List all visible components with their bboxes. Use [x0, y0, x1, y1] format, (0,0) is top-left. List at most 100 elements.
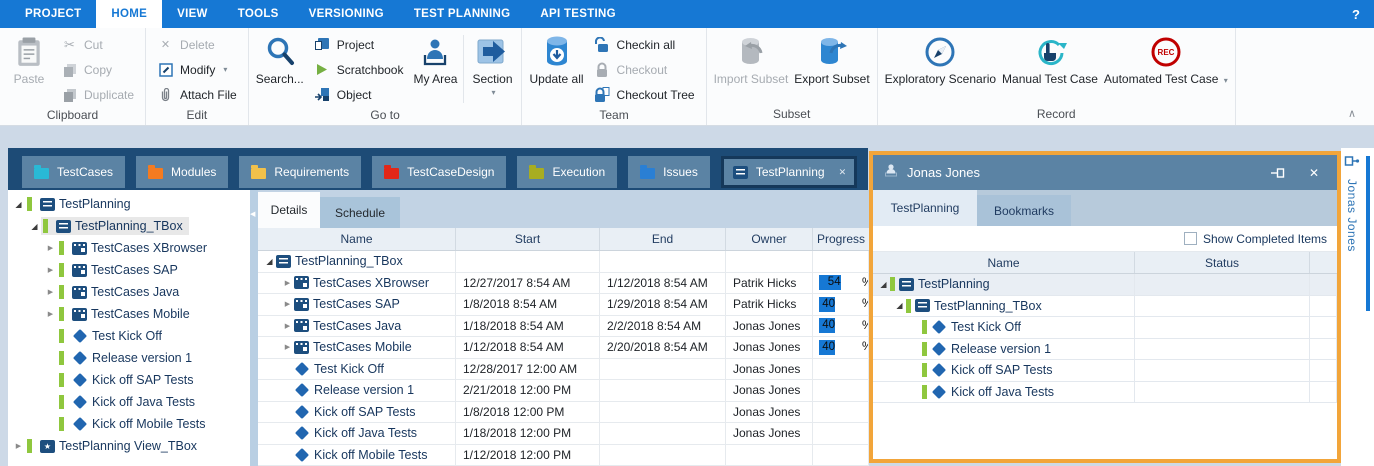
tree-item-testcases-xbrowser[interactable]: ▶TestCases XBrowser [8, 237, 250, 259]
workspace-tab-label: Modules [171, 165, 216, 179]
automated-test-case-button[interactable]: REC Automated Test Case ▾ [1101, 31, 1231, 87]
workspace-tab-issues[interactable]: Issues [628, 156, 710, 188]
expander-closed-icon[interactable]: ▶ [44, 310, 57, 318]
expander-closed-icon[interactable]: ▶ [44, 288, 57, 296]
expander-closed-icon[interactable]: ▶ [281, 322, 294, 330]
tree-item-kick-off-java-tests[interactable]: Kick off Java Tests [8, 391, 250, 413]
export-subset-button[interactable]: Export Subset [791, 31, 872, 86]
workspace-tab-execution[interactable]: Execution [517, 156, 617, 188]
table-row-kick-off-sap-tests[interactable]: Kick off SAP Tests1/8/2018 12:00 PMJonas… [258, 402, 869, 424]
column-header-name[interactable]: Name [258, 228, 456, 250]
collapse-ribbon-icon[interactable]: ∧ [1348, 107, 1356, 120]
column-header-name[interactable]: Name [873, 252, 1135, 273]
expander-open-icon[interactable]: ◢ [263, 257, 276, 266]
import-subset-button[interactable]: Import Subset [711, 31, 792, 86]
menu-home[interactable]: HOME [96, 0, 162, 28]
menu-api-testing[interactable]: API TESTING [525, 0, 631, 28]
tree-item-kick-off-sap-tests[interactable]: Kick off SAP Tests [8, 369, 250, 391]
tree-item-testcases-java[interactable]: ▶TestCases Java [8, 281, 250, 303]
tree-item-kick-off-mobile-tests[interactable]: Kick off Mobile Tests [8, 413, 250, 435]
user-row-testplanning-tbox[interactable]: ◢TestPlanning_TBox [873, 296, 1337, 318]
workspace-tab-modules[interactable]: Modules [136, 156, 228, 188]
close-icon[interactable]: ✕ [839, 167, 847, 178]
expander-closed-icon[interactable]: ▶ [281, 279, 294, 287]
checkout-tree-button[interactable]: Checkout Tree [587, 82, 702, 107]
workspace-tab-testcases[interactable]: TestCases [22, 156, 125, 188]
search-button[interactable]: Search... [253, 31, 307, 86]
section-button[interactable]: Section ▾ [467, 31, 517, 99]
cut-button[interactable]: ✂ Cut [54, 32, 141, 57]
tab-testplanning[interactable]: TestPlanning [873, 190, 977, 226]
table-row-test-kick-off[interactable]: Test Kick Off12/28/2017 12:00 AMJonas Jo… [258, 359, 869, 381]
modify-button[interactable]: Modify ▾ [150, 57, 244, 82]
expander-closed-icon[interactable]: ▶ [281, 300, 294, 308]
menu-view[interactable]: VIEW [162, 0, 223, 28]
tree-item-testplanning-tbox[interactable]: ◢TestPlanning_TBox [8, 215, 250, 237]
user-row-kick-off-sap-tests[interactable]: Kick off SAP Tests [873, 360, 1337, 382]
tab-bookmarks[interactable]: Bookmarks [977, 195, 1071, 226]
close-icon[interactable]: ✕ [1301, 166, 1327, 180]
paste-button[interactable]: Paste [4, 31, 54, 86]
column-header-start[interactable]: Start [456, 228, 600, 250]
user-row-testplanning[interactable]: ◢TestPlanning [873, 274, 1337, 296]
user-row-kick-off-java-tests[interactable]: Kick off Java Tests [873, 382, 1337, 404]
pin-icon[interactable] [1262, 167, 1293, 179]
column-header-owner[interactable]: Owner [726, 228, 813, 250]
table-row-testcases-java[interactable]: ▶TestCases Java1/18/2018 8:54 AM2/2/2018… [258, 316, 869, 338]
duplicate-button[interactable]: Duplicate [54, 82, 141, 107]
expander-closed-icon[interactable]: ▶ [281, 343, 294, 351]
expander-open-icon[interactable]: ◢ [877, 280, 890, 289]
menu-project[interactable]: PROJECT [10, 0, 96, 28]
copy-button[interactable]: Copy [54, 57, 141, 82]
tree-item-testplanning[interactable]: ◢TestPlanning [8, 193, 250, 215]
user-row-release-version-1[interactable]: Release version 1 [873, 339, 1337, 361]
menu-versioning[interactable]: VERSIONING [294, 0, 399, 28]
manual-test-case-button[interactable]: Manual Test Case [999, 31, 1101, 86]
column-header-end[interactable]: End [600, 228, 726, 250]
checkout-button[interactable]: Checkout [587, 57, 702, 82]
tree-item-testcases-sap[interactable]: ▶TestCases SAP [8, 259, 250, 281]
column-header-status[interactable]: Status [1135, 252, 1310, 273]
workspace-tab-testplanning[interactable]: TestPlanning✕ [721, 156, 857, 188]
table-row-testcases-sap[interactable]: ▶TestCases SAP1/8/2018 8:54 AM1/29/2018 … [258, 294, 869, 316]
table-row-kick-off-java-tests[interactable]: Kick off Java Tests1/18/2018 12:00 PMJon… [258, 423, 869, 445]
tree-item-testcases-mobile[interactable]: ▶TestCases Mobile [8, 303, 250, 325]
collapse-left-icon[interactable]: ◀ [250, 210, 255, 218]
attach-file-button[interactable]: Attach File [150, 82, 244, 107]
user-row-test-kick-off[interactable]: Test Kick Off [873, 317, 1337, 339]
table-row-testplanning-tbox[interactable]: ◢TestPlanning_TBox [258, 251, 869, 273]
tab-schedule[interactable]: Schedule [320, 197, 400, 228]
side-tab-jonas-jones[interactable]: Jonas Jones [1344, 154, 1360, 252]
menu-tools[interactable]: TOOLS [223, 0, 294, 28]
column-header-extra [1310, 252, 1337, 273]
workspace-tab-requirements[interactable]: Requirements [239, 156, 361, 188]
column-header-progress[interactable]: Progress [813, 228, 869, 250]
show-completed-checkbox[interactable] [1184, 232, 1197, 245]
table-row-testcases-mobile[interactable]: ▶TestCases Mobile1/12/2018 8:54 AM2/20/2… [258, 337, 869, 359]
tab-details[interactable]: Details [258, 192, 320, 228]
tree-item-release-version-1[interactable]: Release version 1 [8, 347, 250, 369]
my-area-button[interactable]: My Area [410, 31, 460, 86]
tree-item-testplanning-view-tbox[interactable]: ▶★TestPlanning View_TBox [8, 435, 250, 457]
object-button[interactable]: Object [307, 82, 411, 107]
expander-open-icon[interactable]: ◢ [12, 200, 25, 209]
menu-test-planning[interactable]: TEST PLANNING [399, 0, 526, 28]
table-row-kick-off-mobile-tests[interactable]: Kick off Mobile Tests1/12/2018 12:00 PM [258, 445, 869, 466]
update-all-button[interactable]: Update all [526, 31, 586, 86]
expander-closed-icon[interactable]: ▶ [44, 244, 57, 252]
project-button[interactable]: Project [307, 32, 411, 57]
expander-closed-icon[interactable]: ▶ [12, 442, 25, 450]
table-row-testcases-xbrowser[interactable]: ▶TestCases XBrowser12/27/2017 8:54 AM1/1… [258, 273, 869, 295]
expander-open-icon[interactable]: ◢ [28, 222, 41, 231]
panel-splitter[interactable]: ◀ [250, 190, 258, 466]
scratchbook-button[interactable]: Scratchbook [307, 57, 411, 82]
expander-closed-icon[interactable]: ▶ [44, 266, 57, 274]
checkin-all-button[interactable]: Checkin all [587, 32, 702, 57]
help-icon[interactable]: ? [1352, 0, 1360, 28]
tree-item-test-kick-off[interactable]: Test Kick Off [8, 325, 250, 347]
exploratory-scenario-button[interactable]: Exploratory Scenario [882, 31, 999, 86]
delete-button[interactable]: ✕ Delete [150, 32, 244, 57]
table-row-release-version-1[interactable]: Release version 12/21/2018 12:00 PMJonas… [258, 380, 869, 402]
expander-open-icon[interactable]: ◢ [893, 301, 906, 310]
workspace-tab-testcasedesign[interactable]: TestCaseDesign [372, 156, 506, 188]
